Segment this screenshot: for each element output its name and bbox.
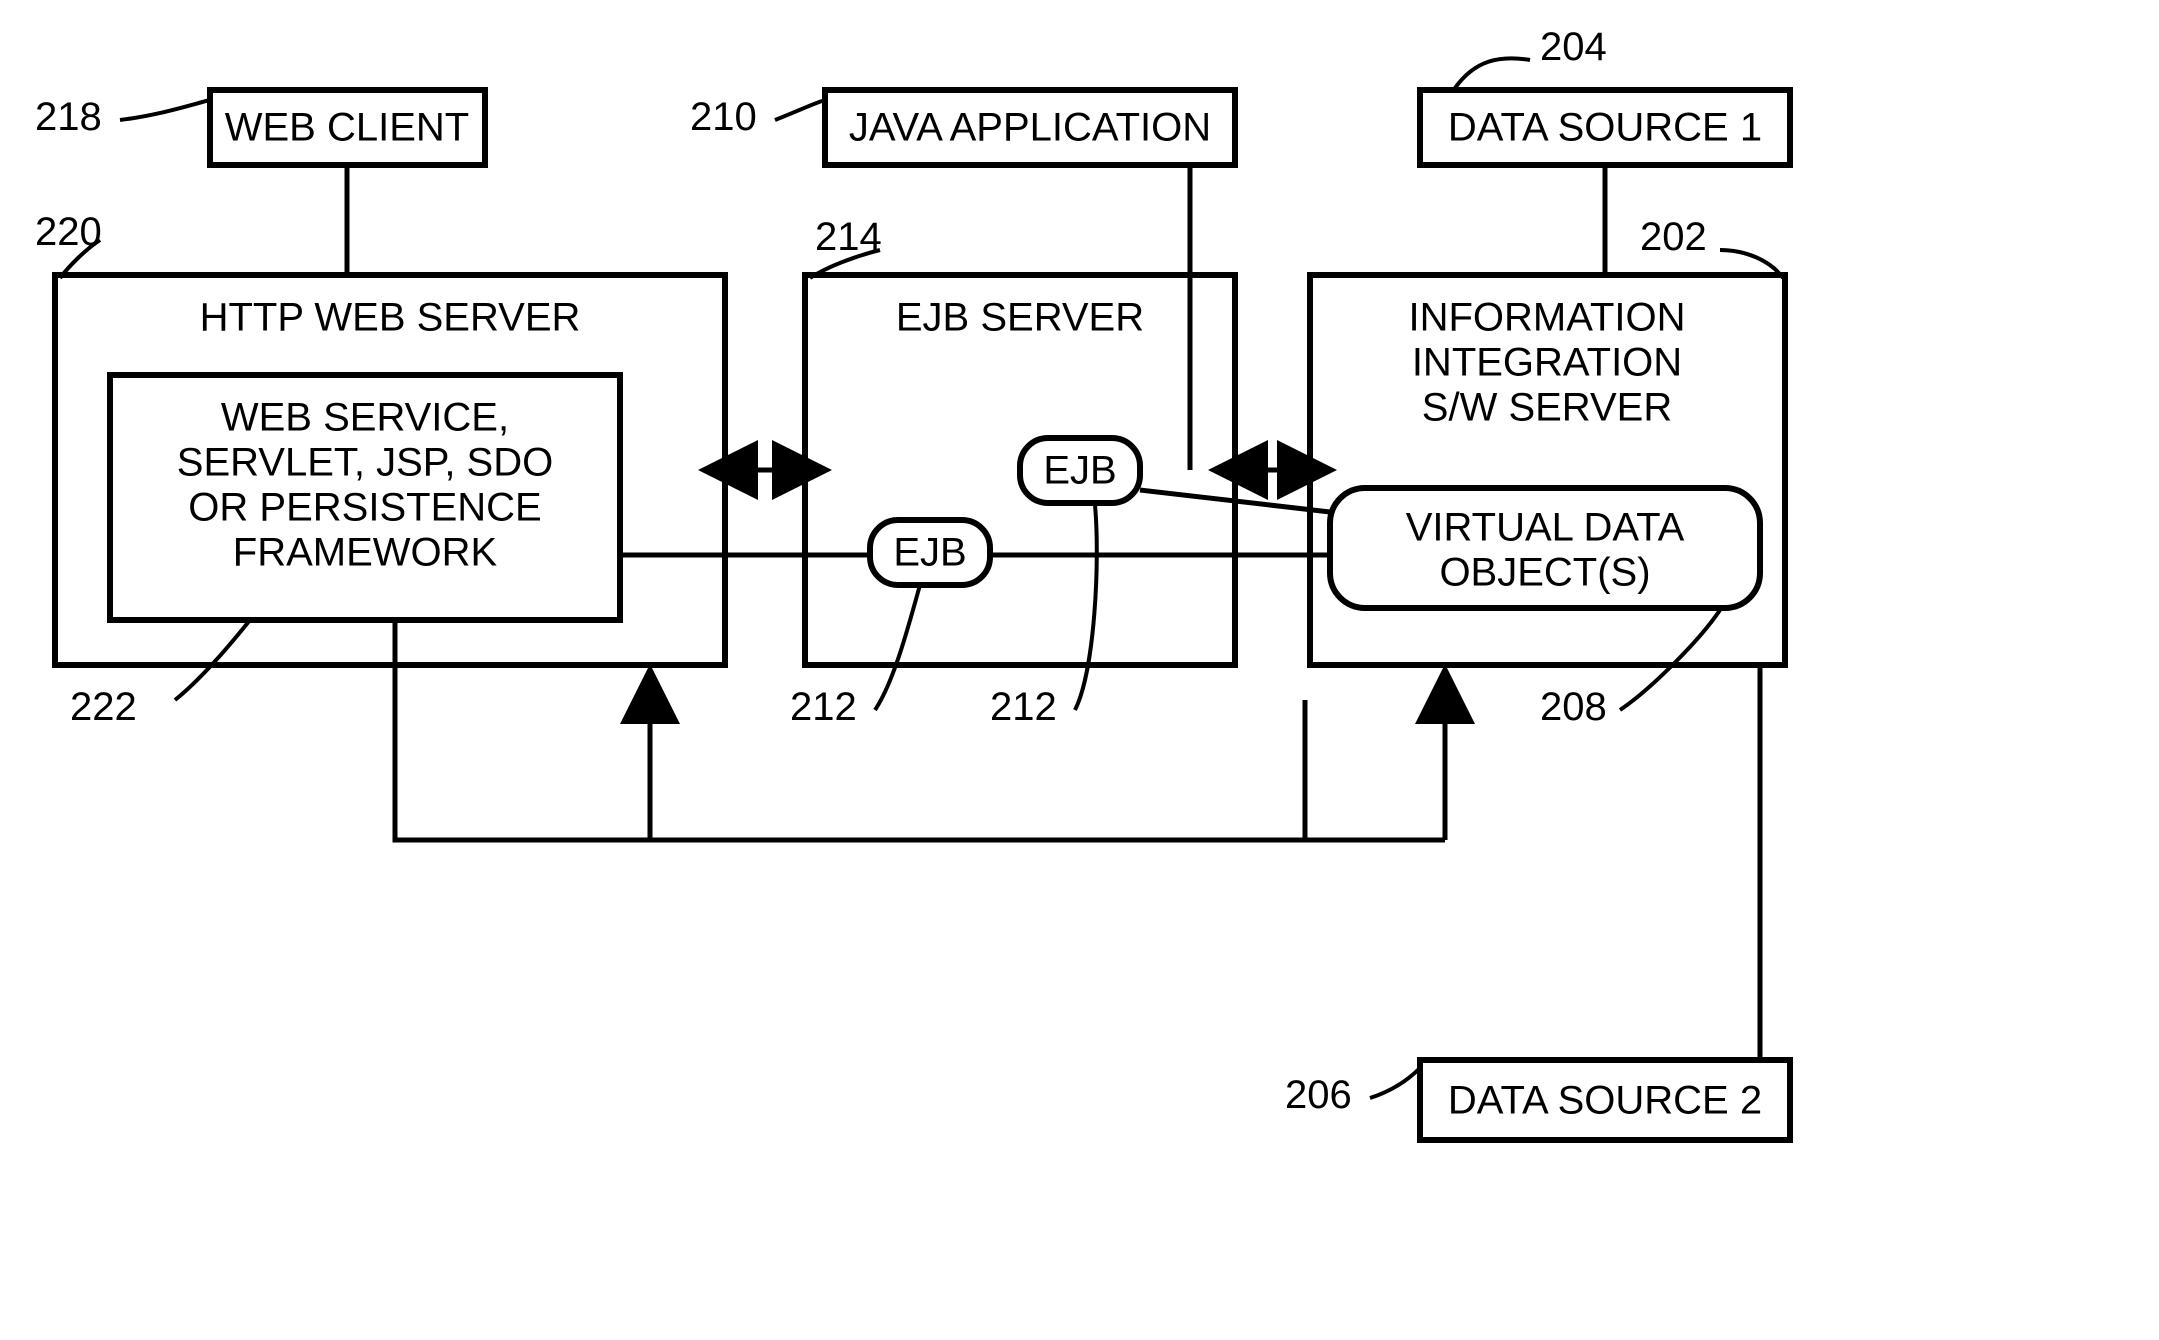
ref-204: 204 — [1540, 25, 1607, 69]
ref-210: 210 — [690, 95, 757, 139]
data-source-1-label: DATA SOURCE 1 — [1448, 106, 1762, 150]
ws-label-1: WEB SERVICE, — [221, 396, 509, 440]
ref-208: 208 — [1540, 685, 1607, 729]
ejb-pill-1-label: EJB — [893, 531, 966, 575]
iis-label-2: INTEGRATION — [1412, 341, 1682, 385]
ws-label-3: OR PERSISTENCE — [188, 486, 541, 530]
ws-label-2: SERVLET, JSP, SDO — [177, 441, 553, 485]
ref-212b: 212 — [990, 685, 1057, 729]
vdo-label-1: VIRTUAL DATA — [1406, 506, 1685, 550]
ref-218: 218 — [35, 95, 102, 139]
leader-206 — [1370, 1068, 1420, 1098]
ref-214: 214 — [815, 215, 882, 259]
architecture-diagram: WEB CLIENT JAVA APPLICATION DATA SOURCE … — [0, 0, 2159, 1335]
ws-label-4: FRAMEWORK — [233, 531, 498, 575]
leader-210 — [775, 100, 825, 120]
web-client-label: WEB CLIENT — [225, 106, 469, 150]
http-web-server-label: HTTP WEB SERVER — [200, 296, 581, 340]
leader-204 — [1455, 58, 1530, 88]
iis-label-1: INFORMATION — [1408, 296, 1685, 340]
ref-222: 222 — [70, 685, 137, 729]
iis-label-3: S/W SERVER — [1422, 386, 1672, 430]
vdo-label-2: OBJECT(S) — [1439, 551, 1650, 595]
ref-220: 220 — [35, 210, 102, 254]
leader-218 — [120, 100, 210, 120]
ejb-server-label: EJB SERVER — [896, 296, 1144, 340]
java-application-label: JAVA APPLICATION — [849, 106, 1211, 150]
ref-212a: 212 — [790, 685, 857, 729]
ref-206: 206 — [1285, 1073, 1352, 1117]
ref-202: 202 — [1640, 215, 1707, 259]
ejb-pill-2-label: EJB — [1043, 449, 1116, 493]
data-source-2-label: DATA SOURCE 2 — [1448, 1079, 1762, 1123]
